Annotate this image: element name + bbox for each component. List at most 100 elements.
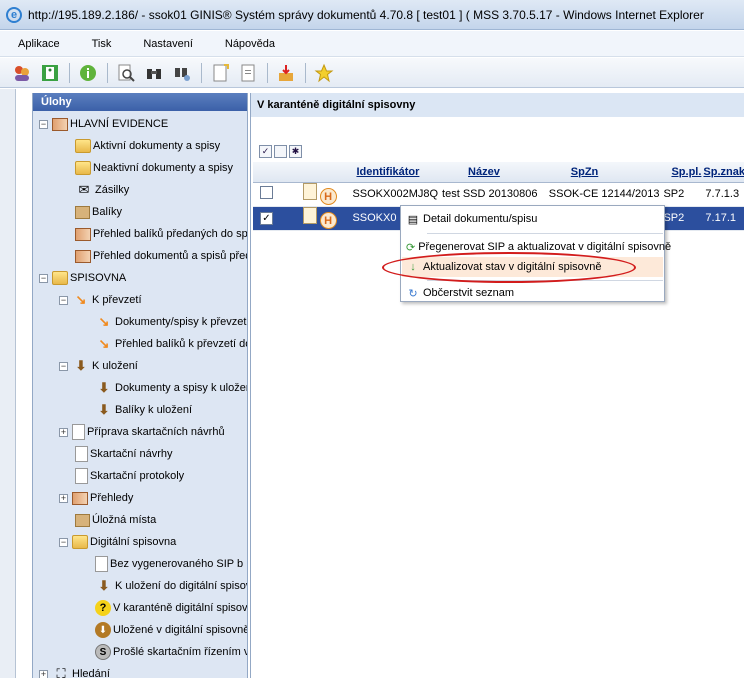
menu-item-pregenerovat-sip[interactable]: ⟳ Přegenerovat SIP a aktualizovat v digi… — [402, 237, 671, 257]
info-icon[interactable] — [76, 61, 100, 85]
orange-arrow-icon: ↘ — [98, 314, 110, 329]
tree-node-zasilky[interactable]: ✉ Zásilky — [75, 179, 130, 201]
menu-tisk[interactable]: Tisk — [88, 36, 116, 52]
orange-arrow-icon: ↘ — [75, 292, 87, 307]
cell-sp-pl: SP2 — [659, 182, 702, 207]
tree-node-hledani[interactable]: + ⛶ Hledání — [39, 663, 110, 678]
tree-node-ulozna-mista[interactable]: Úložná místa — [75, 509, 156, 531]
storage-icon — [75, 513, 90, 527]
tree-node-skartacni-protokoly[interactable]: Skartační protokoly — [75, 465, 184, 487]
tree-node-aktivni-dokumenty[interactable]: Aktivní dokumenty a spisy — [75, 135, 220, 157]
select-all-checkbox[interactable]: ✓ — [259, 145, 272, 158]
exit-icon[interactable] — [38, 61, 62, 85]
document-icon — [75, 446, 88, 462]
tree-node-priprava-skartacnich[interactable]: + Příprava skartačních návrhů — [59, 421, 225, 443]
import-icon[interactable] — [274, 61, 298, 85]
menu-bar: Aplikace Tisk Nastavení Nápověda — [0, 31, 744, 57]
down-arrow-icon: ⬇ — [98, 578, 110, 593]
menu-item-obcerstvit[interactable]: ↻ Občerstvit seznam — [402, 283, 663, 303]
refresh-icon: ↻ — [408, 287, 418, 300]
book-icon — [52, 117, 68, 131]
find-settings-icon[interactable] — [170, 61, 194, 85]
toolbar-separator — [305, 62, 306, 83]
toolbar-separator — [69, 62, 70, 83]
tree-node-ulozene-digitalni[interactable]: ⬇ Uložené v digitální spisovně — [95, 619, 247, 641]
tree-node-k-ulozeni[interactable]: − ⬇ K uložení — [59, 355, 138, 377]
invert-selection-icon[interactable]: ✱ — [289, 145, 302, 158]
question-icon: ? — [95, 600, 111, 616]
new-document-icon[interactable] — [208, 61, 232, 85]
document-icon — [95, 556, 108, 572]
tree-node-bez-sip[interactable]: Bez vygenerovaného SIP b — [95, 553, 243, 575]
tree-node-hlavni-evidence[interactable]: − HLAVNÍ EVIDENCE — [39, 113, 168, 135]
tree-node-dokumenty-k-prevzeti[interactable]: ↘ Dokumenty/spisy k převzet — [95, 311, 247, 333]
tree-node-baliky[interactable]: Balíky — [75, 201, 122, 223]
download-circle-icon: ⬇ — [95, 622, 111, 638]
menu-napoveda[interactable]: Nápověda — [221, 36, 279, 52]
context-menu: ▤ Detail dokumentu/spisu ⟳ Přegenerovat … — [400, 205, 671, 303]
tree-node-dokumenty-k-ulozeni[interactable]: ⬇ Dokumenty a spisy k uložen — [95, 377, 247, 399]
col-icons — [298, 162, 349, 183]
tree-node-spisovna[interactable]: − SPISOVNA — [39, 267, 126, 289]
internet-explorer-icon: e — [6, 6, 22, 23]
orange-arrow-icon: ↘ — [98, 336, 110, 351]
tree-node-prosle-skartacnim[interactable]: S Prošlé skartačním řízením v — [95, 641, 247, 663]
tree-node-k-prevzeti[interactable]: − ↘ K převzetí — [59, 289, 142, 311]
cell-nazev: test SSD 20130806 — [438, 182, 545, 207]
toolbar — [0, 58, 744, 88]
sidebar-header: Úlohy — [33, 93, 247, 111]
document-icon — [302, 182, 317, 200]
digital-archive-icon — [72, 535, 88, 549]
col-identifikator[interactable]: Identifikátor — [348, 162, 439, 183]
favorites-star-icon[interactable] — [312, 61, 336, 85]
menu-aplikace[interactable]: Aplikace — [14, 36, 64, 52]
row-checkbox[interactable] — [260, 186, 273, 199]
collapse-toggle[interactable]: − — [59, 537, 68, 547]
tree-node-neaktivni-dokumenty[interactable]: Neaktivní dokumenty a spisy — [75, 157, 233, 179]
col-sp-pl[interactable]: Sp.pl. — [659, 162, 702, 183]
tree-node-k-ulozeni-digitalni[interactable]: ⬇ K uložení do digitální spisov — [95, 575, 247, 597]
question-doc-icon — [72, 424, 85, 440]
toolbar-separator — [267, 62, 268, 83]
down-arrow-icon: ⬇ — [98, 402, 110, 417]
tree-node-prehled-baliku-k-prevzeti[interactable]: ↘ Přehled balíků k převzetí do — [95, 333, 247, 355]
book-icon — [72, 491, 88, 505]
h-circle-icon: H — [319, 212, 337, 230]
new-file-icon[interactable] — [236, 61, 260, 85]
expand-toggle[interactable]: + — [59, 427, 68, 437]
s-circle-icon: S — [95, 644, 111, 660]
tree-node-prehled-baliku-predanych[interactable]: Přehled balíků předaných do sp — [75, 223, 247, 245]
cell-sp-pl: SP2 — [659, 206, 702, 231]
tree-node-digitalni-spisovna[interactable]: − Digitální spisovna — [59, 531, 176, 553]
select-none-checkbox[interactable] — [274, 145, 287, 158]
collapse-toggle[interactable]: − — [59, 361, 68, 371]
expand-toggle[interactable]: + — [59, 493, 68, 503]
expand-toggle[interactable]: + — [39, 669, 48, 678]
tree-node-prehledy[interactable]: + Přehledy — [59, 487, 133, 509]
cell-sp-znak: 7.17.1 — [701, 206, 744, 231]
binoculars-icon[interactable] — [142, 61, 166, 85]
collapse-toggle[interactable]: − — [39, 119, 48, 129]
menu-item-aktualizovat-stav[interactable]: ↓ Aktualizovat stav v digitální spisovně — [402, 257, 663, 277]
menu-item-detail[interactable]: ▤ Detail dokumentu/spisu — [402, 209, 663, 229]
tree-node-baliky-k-ulozeni[interactable]: ⬇ Balíky k uložení — [95, 399, 193, 421]
window-titlebar: e http://195.189.2.186/ - ssok01 GINIS® … — [0, 0, 744, 30]
users-icon[interactable] — [10, 61, 34, 85]
down-arrow-icon: ⬇ — [75, 358, 87, 373]
window-title: http://195.189.2.186/ - ssok01 GINIS® Sy… — [28, 7, 704, 22]
col-sp-znak[interactable]: Sp.znak — [701, 162, 744, 183]
collapse-toggle[interactable]: − — [39, 273, 48, 283]
document-icon — [302, 206, 317, 224]
col-spzn[interactable]: SpZn — [544, 162, 660, 183]
collapse-toggle[interactable]: − — [59, 295, 68, 305]
search-document-icon[interactable] — [114, 61, 138, 85]
menu-separator — [427, 233, 663, 234]
menu-nastaveni[interactable]: Nastavení — [139, 36, 197, 52]
tree-node-prehled-dokumentu-predanych[interactable]: Přehled dokumentů a spisů před — [75, 245, 247, 267]
col-nazev[interactable]: Název — [438, 162, 545, 183]
tree-node-v-karantene[interactable]: ? V karanténě digitální spisov — [95, 597, 247, 619]
tree-node-skartacni-navrhy[interactable]: Skartační návrhy — [75, 443, 173, 465]
row-checkbox-checked[interactable]: ✓ — [260, 211, 273, 225]
folder-icon — [75, 139, 91, 153]
table-row[interactable]: H SSOKX002MJ8Q test SSD 20130806 SSOK-CE… — [253, 182, 744, 207]
